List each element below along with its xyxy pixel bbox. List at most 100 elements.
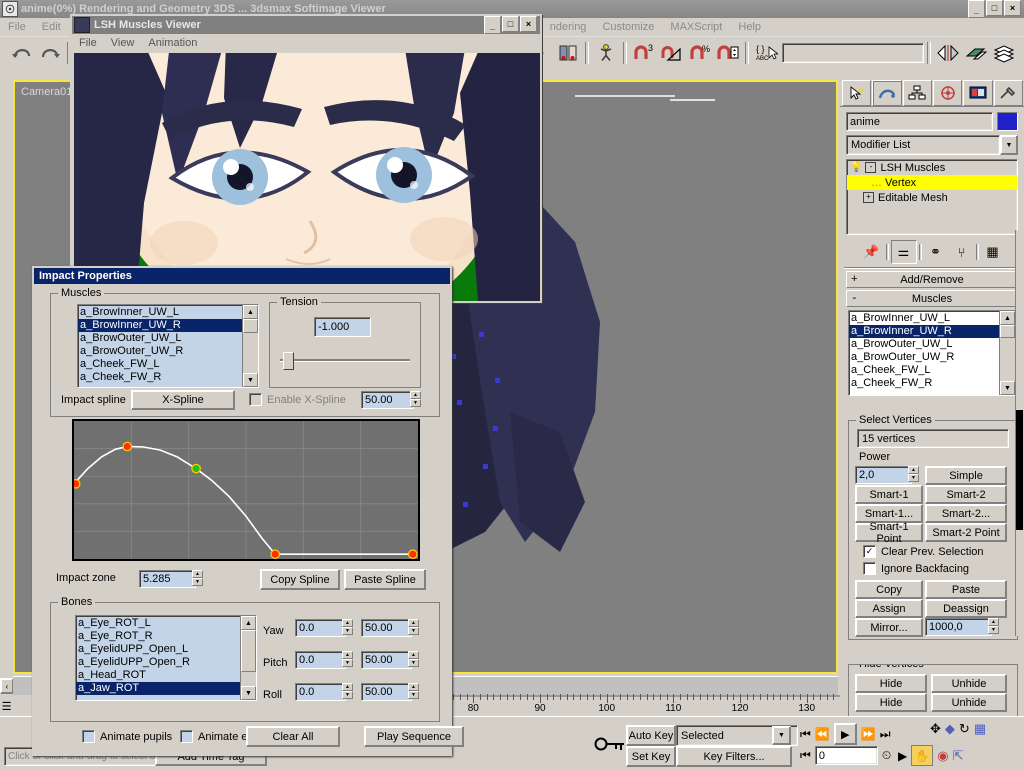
rollup-muscles[interactable]: - Muscles	[846, 290, 1018, 307]
orbit-icon[interactable]: ◉	[937, 748, 948, 764]
play-button[interactable]: ▶	[833, 723, 857, 745]
hide-button[interactable]: Hide	[855, 674, 927, 693]
goto-start-icon[interactable]: ⏮	[800, 727, 811, 742]
set-key-button[interactable]: Set Key	[626, 746, 676, 767]
bone-list-item[interactable]: a_EyelidUPP_Open_L	[76, 643, 256, 656]
stack-item-vertex[interactable]: … Vertex	[847, 175, 1017, 190]
scrollbar-thumb[interactable]	[241, 630, 256, 672]
dialog-muscles-scrollbar[interactable]: ▲ ▼	[242, 305, 258, 387]
impact-spline-graph[interactable]	[72, 419, 420, 561]
ignore-backfacing-row[interactable]: Ignore Backfacing	[863, 562, 969, 575]
x-spline-button[interactable]: X-Spline	[131, 390, 235, 410]
key-filters-button[interactable]: Key Filters...	[676, 746, 792, 767]
animate-eyes-checkbox[interactable]	[180, 730, 193, 743]
paste-spline-button[interactable]: Paste Spline	[344, 569, 426, 590]
muscle-list-item[interactable]: a_BrowInner_UW_L	[849, 312, 1015, 325]
arc-rotate-icon[interactable]: ↻	[959, 721, 970, 737]
expand-icon[interactable]: +	[863, 192, 874, 203]
prev-viewport-button[interactable]: ‹	[0, 678, 14, 694]
rotation-limit-spinner[interactable]: ▲ ▼	[408, 619, 419, 635]
mirror-button[interactable]: Mirror...	[855, 618, 923, 637]
maximize-viewport-icon[interactable]: ⇱	[953, 748, 964, 764]
rotation-limit-input[interactable]: 50.00	[361, 683, 412, 701]
rotation-limit-input[interactable]: 50.00	[361, 619, 412, 637]
bone-list-item[interactable]: a_Jaw_ROT	[76, 682, 256, 695]
configure-sets-icon[interactable]: ▦	[981, 244, 1005, 260]
xspline-value-input[interactable]: 50.00	[361, 391, 414, 409]
lsh-close-button[interactable]: ×	[520, 16, 537, 32]
impact-zone-input[interactable]: 5.285	[139, 570, 196, 588]
lsh-menu-animation[interactable]: Animation	[141, 37, 204, 49]
hide-selected-button[interactable]: Hide	[855, 693, 927, 712]
scroll-up-icon[interactable]: ▲	[241, 616, 256, 630]
current-frame-input[interactable]: 0	[814, 746, 878, 765]
object-name-input[interactable]: anime	[846, 112, 993, 131]
scroll-up-icon[interactable]: ▲	[243, 305, 258, 319]
collapse-icon[interactable]: -	[865, 162, 877, 173]
remove-modifier-icon[interactable]: ⑂	[950, 245, 974, 260]
scrollbar-thumb[interactable]	[1000, 325, 1015, 338]
unhide-button[interactable]: Unhide	[931, 674, 1007, 693]
clear-prev-selection-row[interactable]: ✓ Clear Prev. Selection	[863, 545, 984, 558]
object-color-swatch[interactable]	[997, 112, 1018, 131]
bone-list-item[interactable]: a_Eye_ROT_R	[76, 630, 256, 643]
rollup-toggle-icon[interactable]: +	[851, 274, 858, 286]
command-panel-scrollbar[interactable]	[1015, 230, 1023, 636]
muscle-list-item[interactable]: a_BrowInner_UW_R	[849, 325, 1015, 338]
muscle-list-item[interactable]: a_Cheek_FW_L	[849, 364, 1015, 377]
copy-spline-button[interactable]: Copy Spline	[260, 569, 340, 590]
rotation-spinner[interactable]: ▲ ▼	[342, 683, 353, 699]
copy-button[interactable]: Copy	[855, 580, 923, 599]
redo-icon[interactable]	[37, 40, 63, 66]
angle-snap-icon[interactable]	[659, 40, 685, 66]
named-selection-sets-icon[interactable]: { } ABC	[753, 40, 779, 66]
auto-key-button[interactable]: Auto Key	[626, 725, 676, 746]
lsh-viewer-canvas[interactable]	[74, 53, 540, 301]
rollup-add-remove[interactable]: + Add/Remove	[846, 271, 1018, 288]
muscle-list-item[interactable]: a_BrowOuter_UW_L	[849, 338, 1015, 351]
zoom-region-icon[interactable]: ◆	[945, 721, 955, 737]
play-sequence-button[interactable]: Play Sequence	[364, 726, 464, 747]
undo-icon[interactable]	[9, 40, 35, 66]
dialog-muscle-list-item[interactable]: a_BrowInner_UW_R	[78, 319, 258, 332]
time-ruler[interactable]: 80 90 100 110 120 130	[440, 694, 840, 716]
show-end-result-icon[interactable]: ⚌	[890, 240, 917, 264]
display-tab[interactable]	[963, 80, 993, 106]
enable-xspline-checkbox[interactable]	[249, 393, 262, 406]
scrollbar-thumb[interactable]	[243, 319, 258, 333]
smart-1-button[interactable]: Smart-1	[855, 485, 923, 504]
menu-help[interactable]: Help	[730, 21, 769, 33]
simple-button[interactable]: Simple	[925, 466, 1007, 485]
min-max-toggle-icon[interactable]: ▦	[974, 721, 986, 737]
dialog-muscles-listbox[interactable]: a_BrowInner_UW_L a_BrowInner_UW_R a_BrowOu…	[77, 304, 259, 388]
mirror-spinner[interactable]: ▲ ▼	[988, 618, 999, 634]
scroll-down-icon[interactable]: ▼	[241, 686, 256, 700]
animate-pupils-row[interactable]: Animate pupils	[82, 730, 172, 743]
assign-button[interactable]: Assign	[855, 599, 923, 618]
rotation-value-input[interactable]: 0.0	[295, 651, 346, 669]
field-of-view-icon[interactable]: ▶	[898, 749, 907, 763]
bone-list-item[interactable]: a_Head_ROT	[76, 669, 256, 682]
tension-slider-thumb[interactable]	[283, 352, 294, 370]
rotation-spinner[interactable]: ▲ ▼	[342, 619, 353, 635]
modifier-list-chevron-down-icon[interactable]: ▼	[1000, 135, 1018, 155]
create-tab[interactable]	[842, 80, 872, 106]
rollup-toggle-icon[interactable]: -	[851, 293, 858, 305]
spinner-snap-icon[interactable]	[715, 40, 741, 66]
animate-pupils-checkbox[interactable]	[82, 730, 95, 743]
app-minimize-button[interactable]: _	[968, 0, 985, 18]
align-icon[interactable]	[963, 40, 989, 66]
hierarchy-tab[interactable]	[902, 80, 932, 106]
paste-button[interactable]: Paste	[925, 580, 1007, 599]
lsh-minimize-button[interactable]: _	[484, 16, 501, 34]
rotation-limit-spinner[interactable]: ▲ ▼	[408, 651, 419, 667]
smart-2-point-button[interactable]: Smart-2 Point	[925, 523, 1007, 542]
mirror-value-input[interactable]: 1000,0	[925, 618, 992, 636]
smart-1-point-button[interactable]: Smart-1 Point	[855, 521, 923, 545]
muscles-listbox[interactable]: a_BrowInner_UW_L a_BrowInner_UW_R a_BrowOu…	[848, 310, 1016, 396]
mirror-icon[interactable]	[935, 40, 961, 66]
power-input[interactable]: 2,0	[855, 466, 912, 484]
clear-prev-selection-checkbox[interactable]: ✓	[863, 545, 876, 558]
motion-tab[interactable]	[932, 80, 963, 106]
xspline-spinner[interactable]: ▲ ▼	[410, 391, 421, 407]
